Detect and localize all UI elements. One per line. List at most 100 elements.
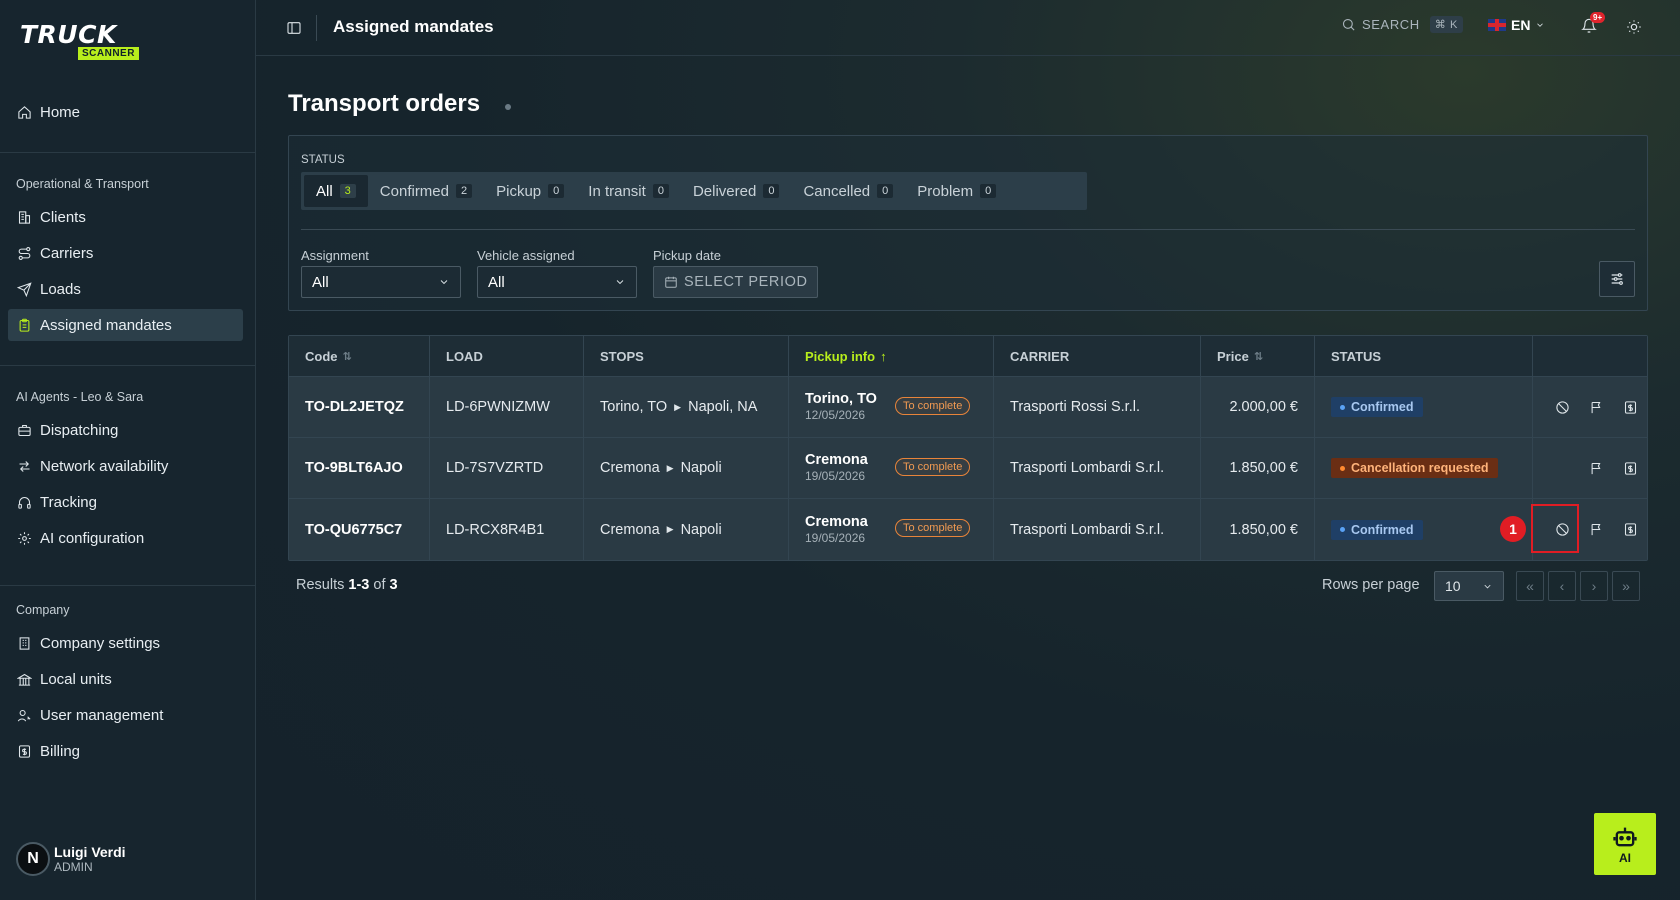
column-header-carrier: CARRIER [994,336,1201,376]
next-page-button[interactable]: › [1580,571,1608,601]
play-arrow-icon: ▶ [666,524,674,534]
assignment-label: Assignment [301,248,369,263]
tab-in-transit[interactable]: In transit 0 [576,175,681,207]
route-icon [16,245,32,261]
chevron-down-icon [1537,23,1544,27]
status-tabs: All 3 Confirmed 2 Pickup 0 In transit 0 Deli… [301,172,1087,210]
last-page-button[interactable]: » [1612,571,1640,601]
advanced-filters-button[interactable] [1599,261,1635,297]
tab-count: 2 [456,184,473,198]
sidebar-item-user-management[interactable]: User management [8,699,243,731]
clipboard-icon [16,317,32,333]
arrows-exchange-icon [16,458,32,474]
report-problem-button[interactable] [1579,390,1613,424]
search-button[interactable]: SEARCH ⌘ K [1341,16,1463,33]
user-profile[interactable]: N Luigi Verdi ADMIN [16,842,126,876]
tab-pickup[interactable]: Pickup 0 [484,175,576,207]
order-code: TO-9BLT6AJO [289,438,430,498]
row-actions [1533,438,1647,498]
language-selector[interactable]: EN [1488,17,1545,33]
notifications-button[interactable]: 9+ [1581,12,1606,36]
arrow-up-icon: ↑ [880,348,887,364]
status-badge: Confirmed [1331,397,1423,417]
tab-delivered[interactable]: Delivered 0 [681,175,792,207]
tab-count: 0 [763,184,780,198]
truck-scanner-logo[interactable]: TRUCK SCANNER [20,22,165,64]
sidebar-item-assigned-mandates[interactable]: Assigned mandates [8,309,243,341]
status-badge: Confirmed [1331,519,1423,540]
tab-cancelled[interactable]: Cancelled 0 [791,175,905,207]
sidebar-item-tracking[interactable]: Tracking [8,486,243,518]
sidebar-item-dispatching[interactable]: Dispatching [8,414,243,446]
first-page-button[interactable]: « [1516,571,1544,601]
results-summary: Results 1-3 of 3 [296,577,398,593]
vehicle-assigned-select[interactable]: All [477,266,637,298]
price: 2.000,00 € [1201,377,1315,437]
filter-panel: STATUS All 3 Confirmed 2 Pickup 0 In transi… [288,135,1648,311]
notification-badge: 9+ [1590,12,1606,23]
flag-icon [1591,401,1600,413]
ai-assistant-button[interactable]: AI [1594,813,1656,875]
sidebar-item-home[interactable]: Home [8,96,243,128]
tab-problem[interactable]: Problem 0 [905,175,1008,207]
invoice-button[interactable] [1613,390,1647,424]
chevron-down-icon [616,280,624,285]
chevrons-right-icon: » [1622,578,1630,594]
play-arrow-icon: ▶ [666,462,674,473]
receipt-dollar-icon [1624,523,1636,536]
load-code: LD-7S7VZRTD [430,438,584,498]
column-header-status: STATUS [1315,336,1533,376]
tab-confirmed[interactable]: Confirmed 2 [368,175,484,207]
report-problem-button[interactable] [1579,513,1613,547]
sidebar-item-company-settings[interactable]: Company settings [8,627,243,659]
sidebar-item-billing[interactable]: Billing [8,735,243,767]
sidebar-toggle-icon[interactable] [286,20,302,36]
theme-toggle-button[interactable] [1626,19,1642,40]
column-header-load: LOAD [430,336,584,376]
flag-icon [1591,462,1600,474]
row-actions [1533,377,1647,437]
chevron-down-icon [440,280,448,285]
sidebar: TRUCK SCANNER Home Operational & Transpo… [0,0,256,900]
column-header-pickup-info[interactable]: Pickup info ↑ [789,336,994,376]
invoice-button[interactable] [1613,451,1647,485]
invoice-button[interactable] [1613,513,1647,547]
pickup-date-picker[interactable]: SELECT PERIOD [653,266,818,298]
ban-icon [1555,400,1569,414]
rows-per-page-select[interactable]: 10 [1434,571,1504,601]
section-label-operational: Operational & Transport [16,177,149,191]
column-header-actions [1533,336,1647,376]
receipt-dollar-icon [1624,461,1636,475]
tab-count: 0 [980,184,997,198]
order-code: TO-DL2JETQZ [289,377,430,437]
tab-count: 3 [339,184,356,198]
tab-all[interactable]: All 3 [304,175,368,207]
pickup-info: Cremona 19/05/2026 To complete [789,438,994,498]
column-header-code[interactable]: Code ⇅ [289,336,430,376]
table-row[interactable]: TO-QU6775C7 LD-RCX8R4B1 Cremona ▶ Napoli C… [289,499,1647,560]
home-icon [16,104,32,120]
table-row[interactable]: TO-DL2JETQZ LD-6PWNIZMW Torino, TO ▶ Napol… [289,377,1647,438]
carrier-name: Trasporti Lombardi S.r.l. [994,438,1201,498]
column-header-price[interactable]: Price ⇅ [1201,336,1315,376]
sidebar-item-ai-configuration[interactable]: AI configuration [8,522,243,554]
sidebar-item-loads[interactable]: Loads [8,273,243,305]
assignment-select[interactable]: All [301,266,461,298]
avatar: N [16,842,50,876]
price: 1.850,00 € [1201,438,1315,498]
previous-page-button[interactable]: ‹ [1548,571,1576,601]
annotation-marker: 1 [1500,516,1526,542]
sidebar-item-local-units[interactable]: Local units [8,663,243,695]
search-icon [1342,18,1355,31]
headphones-icon [16,494,32,510]
pickup-date-label: Pickup date [653,248,721,263]
table-row[interactable]: TO-9BLT6AJO LD-7S7VZRTD Cremona ▶ Napoli C… [289,438,1647,499]
divider [0,152,255,153]
sidebar-item-clients[interactable]: Clients [8,201,243,233]
to-complete-badge: To complete [895,397,971,415]
report-problem-button[interactable] [1579,451,1613,485]
sidebar-item-network-availability[interactable]: Network availability [8,450,243,482]
cancel-order-button[interactable] [1545,390,1579,424]
sidebar-item-carriers[interactable]: Carriers [8,237,243,269]
section-label-ai: AI Agents - Leo & Sara [16,390,144,404]
